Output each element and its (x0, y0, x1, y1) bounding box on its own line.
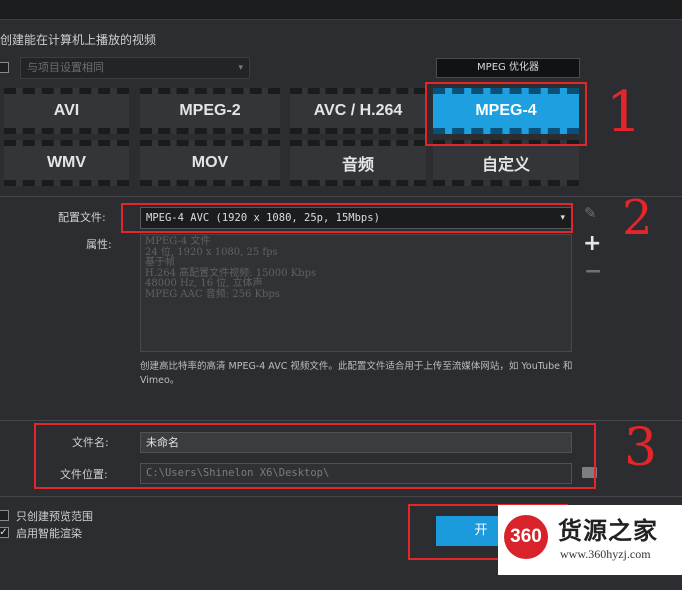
profile-label: 配置文件: (58, 211, 106, 224)
annotation-number-3: 3 (624, 418, 658, 478)
edit-profile-icon[interactable]: ✎ (584, 204, 597, 222)
divider (0, 420, 682, 421)
profile-description: 创建高比特率的高清 MPEG-4 AVC 视频文件。此配置文件适合用于上传至流媒… (140, 361, 573, 386)
annotation-box-1 (425, 82, 587, 146)
divider (0, 496, 682, 497)
preset-dropdown[interactable]: 与项目设置相同 ▾ (20, 57, 250, 79)
same-as-project-checkbox[interactable] (0, 62, 9, 73)
properties-box: MPEG-4 文件 24 位, 1920 x 1080, 25 fps 基于帧 … (140, 234, 572, 352)
properties-label: 属性: (86, 238, 112, 251)
mpeg-optimizer-button[interactable]: MPEG 优化器 (436, 58, 580, 78)
format-avc-h264-button[interactable]: AVC / H.264 (290, 88, 426, 134)
format-custom-button[interactable]: 自定义 (433, 140, 579, 186)
preset-dropdown-value: 与项目设置相同 (27, 61, 104, 74)
smart-render-checkbox[interactable]: ✓ (0, 527, 9, 538)
section-title: 创建能在计算机上播放的视频 (0, 33, 157, 47)
watermark-url: www.360hyzj.com (560, 547, 651, 561)
annotation-number-2: 2 (622, 190, 653, 246)
divider (0, 196, 682, 197)
title-bar (0, 0, 682, 20)
watermark-logo: 360 (504, 515, 548, 559)
add-profile-icon[interactable]: + (583, 231, 601, 256)
annotation-number-1: 1 (606, 80, 642, 145)
annotation-box-2 (121, 203, 573, 233)
remove-profile-icon[interactable]: − (584, 259, 602, 284)
format-mov-button[interactable]: MOV (140, 140, 280, 186)
chevron-down-icon: ▾ (238, 63, 243, 73)
property-line: MPEG AAC 音频: 256 Kbps (145, 288, 280, 300)
property-line: 24 位, 1920 x 1080, 25 fps (145, 246, 278, 258)
annotation-box-3 (34, 423, 596, 489)
watermark-name: 货源之家 (558, 517, 658, 545)
preview-range-checkbox[interactable] (0, 510, 9, 521)
format-wmv-button[interactable]: WMV (4, 140, 129, 186)
format-mpeg2-button[interactable]: MPEG-2 (140, 88, 280, 134)
format-avi-button[interactable]: AVI (4, 88, 129, 134)
watermark: 360 货源之家 www.360hyzj.com (498, 505, 682, 575)
preview-range-label: 只创建预览范围 (16, 510, 93, 523)
property-line: MPEG-4 文件 (145, 236, 211, 247)
format-audio-button[interactable]: 音频 (290, 140, 426, 186)
smart-render-label: 启用智能渲染 (16, 527, 82, 540)
